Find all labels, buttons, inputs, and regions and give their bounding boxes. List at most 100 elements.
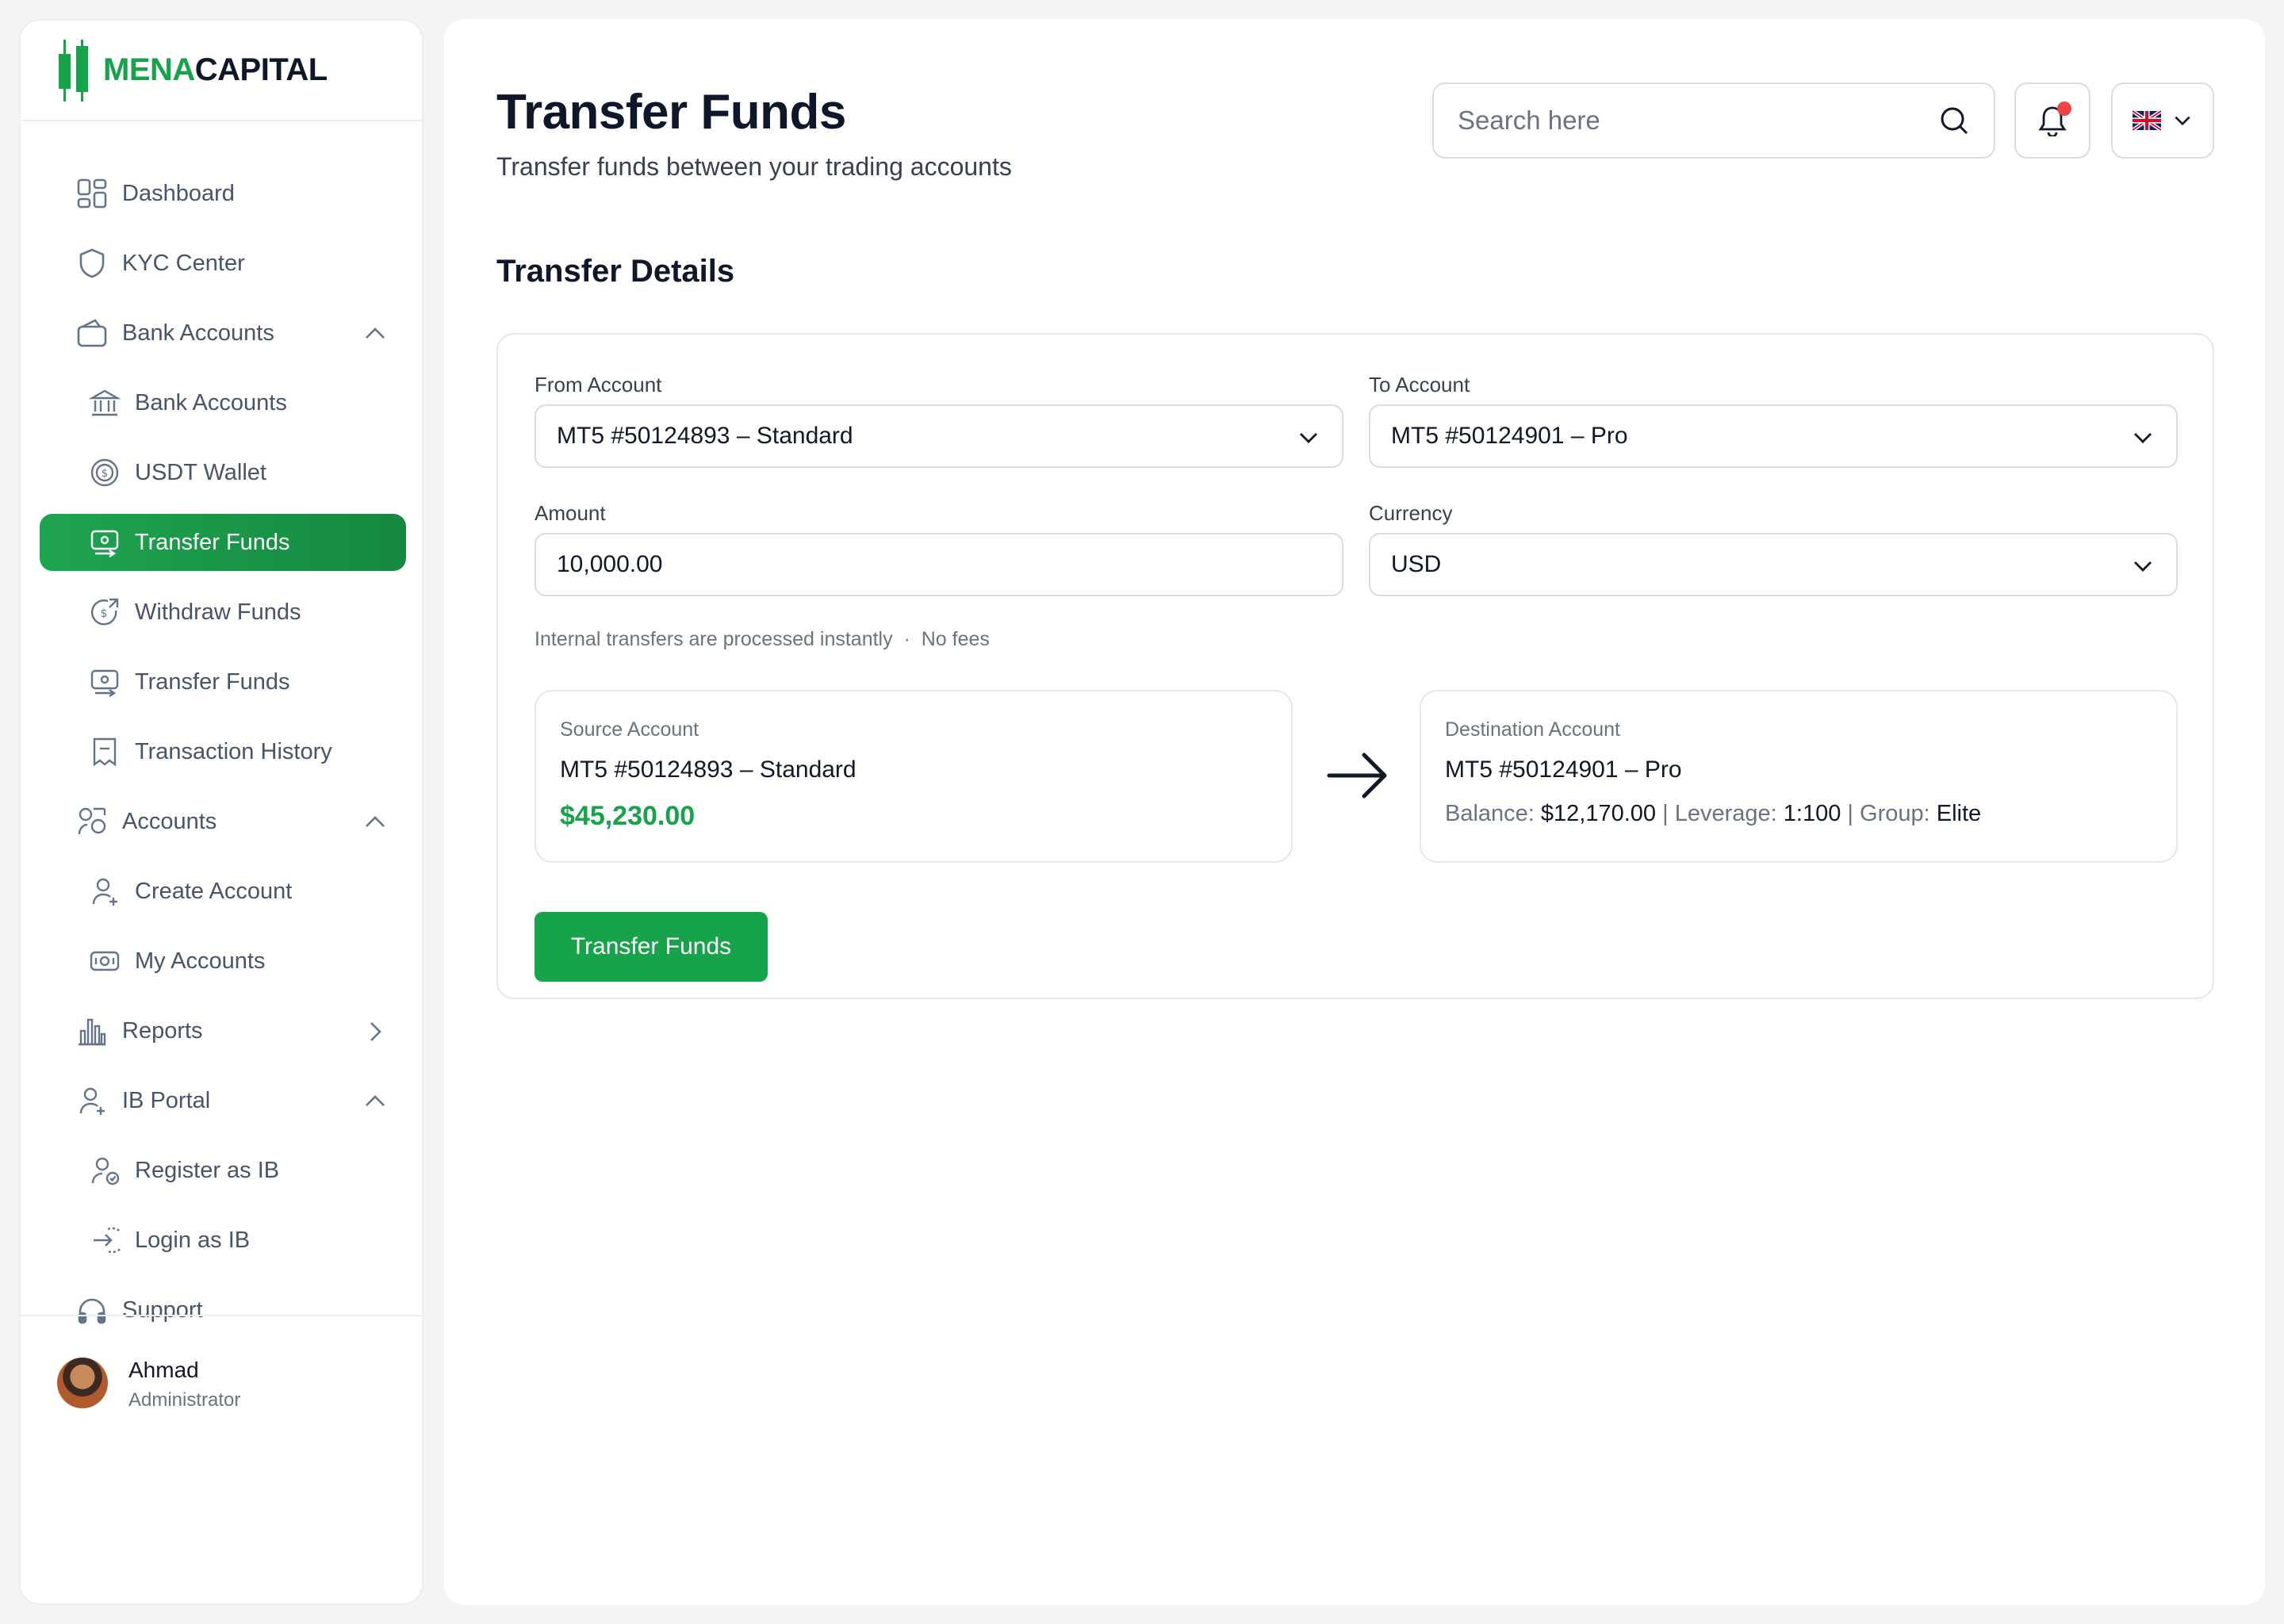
page-title: Transfer Funds [496, 85, 846, 140]
user-name: Ahmad [128, 1358, 199, 1382]
cash-icon [90, 951, 120, 971]
source-account-label: Source Account [560, 718, 699, 741]
sidebar-item-label: My Accounts [135, 948, 266, 974]
sidebar-item-transfer-funds[interactable]: Transfer Funds [40, 653, 406, 710]
sidebar-item-label: KYC Center [122, 250, 245, 276]
main-content: Transfer Funds Transfer funds between yo… [444, 19, 2265, 1605]
chevron-down-icon [2134, 561, 2152, 572]
svg-text:$: $ [102, 468, 108, 480]
currency-value: USD [1391, 551, 1442, 577]
sidebar-item-label: Create Account [135, 878, 293, 904]
user-role: Administrator [128, 1389, 241, 1411]
search-icon[interactable] [1938, 105, 1970, 136]
sidebar-item-label: Login as IB [135, 1227, 251, 1253]
transfer-funds-button[interactable]: Transfer Funds [535, 912, 768, 982]
sidebar-item-my-accounts[interactable]: My Accounts [40, 933, 406, 990]
sidebar-group-ib-portal[interactable]: IB Portal [40, 1072, 406, 1129]
sidebar-item-register-as-ib[interactable]: Register as IB [40, 1142, 406, 1199]
sidebar-group-bank-accounts[interactable]: Bank Accounts [40, 304, 406, 362]
from-account-select[interactable]: MT5 #50124893 – Standard [535, 404, 1343, 468]
logo-icon [59, 39, 88, 102]
sidebar: MENACAPITAL Dashboard KYC Center Bank Ac… [19, 19, 423, 1605]
coin-icon: $ [90, 458, 119, 487]
user-register-icon [91, 1157, 120, 1185]
sidebar-item-kyc-center[interactable]: KYC Center [40, 235, 406, 292]
transfer-icon [90, 530, 119, 557]
search-box[interactable] [1432, 82, 1995, 159]
sidebar-item-transfer-funds-active[interactable]: Transfer Funds [40, 514, 406, 571]
destination-account-number: MT5 #50124901 – Pro [1445, 756, 1682, 783]
withdraw-icon: $ [90, 598, 119, 626]
sidebar-item-withdraw-funds[interactable]: $ Withdraw Funds [40, 584, 406, 641]
sidebar-item-create-account[interactable]: Create Account [40, 863, 406, 920]
to-account-value: MT5 #50124901 – Pro [1391, 423, 1628, 449]
arrow-right-icon [1327, 753, 1387, 799]
amount-input[interactable]: 10,000.00 [535, 533, 1343, 596]
transfer-note: Internal transfers are processed instant… [535, 628, 990, 650]
sidebar-item-transaction-history[interactable]: Transaction History [40, 723, 406, 780]
source-account-card: Source Account MT5 #50124893 – Standard … [535, 690, 1293, 863]
sidebar-item-login-as-ib[interactable]: Login as IB [40, 1212, 406, 1269]
chevron-down-icon [2134, 433, 2152, 443]
user-add-icon [92, 878, 117, 906]
currency-label: Currency [1369, 501, 1453, 525]
page-subtitle: Transfer funds between your trading acco… [496, 152, 1012, 181]
wallet-icon [77, 319, 107, 347]
sidebar-item-reports[interactable]: Reports [40, 1002, 406, 1059]
chevron-down-icon [1300, 433, 1317, 443]
source-account-number: MT5 #50124893 – Standard [560, 756, 856, 783]
chart-icon [79, 1018, 106, 1046]
notification-dot [2057, 102, 2071, 116]
sidebar-item-usdt-wallet[interactable]: $ USDT Wallet [40, 444, 406, 501]
sidebar-group-accounts[interactable]: Accounts [40, 793, 406, 850]
section-title: Transfer Details [496, 254, 735, 289]
brand-name: MENACAPITAL [103, 52, 328, 87]
sidebar-item-label: Bank Accounts [122, 320, 274, 346]
sidebar-item-bank-accounts[interactable]: Bank Accounts [40, 374, 406, 431]
chevron-up-icon[interactable] [363, 322, 387, 346]
sidebar-item-label: Transaction History [135, 738, 332, 764]
brand[interactable]: MENACAPITAL [21, 21, 422, 121]
sidebar-item-label: Register as IB [135, 1157, 280, 1183]
sidebar-item-label: Accounts [122, 808, 217, 834]
destination-account-label: Destination Account [1445, 718, 1620, 741]
chevron-up-icon[interactable] [363, 810, 387, 834]
dashboard-icon [77, 178, 107, 209]
sidebar-item-label: Withdraw Funds [135, 599, 301, 625]
from-account-value: MT5 #50124893 – Standard [557, 423, 853, 449]
notifications-button[interactable] [2014, 82, 2090, 159]
source-account-balance: $45,230.00 [560, 801, 696, 831]
uk-flag-icon [2133, 110, 2161, 131]
destination-account-details: Balance: $12,170.00 | Leverage: 1:100 | … [1445, 801, 1982, 826]
language-selector[interactable] [2111, 82, 2214, 159]
sidebar-item-label: USDT Wallet [135, 459, 266, 485]
search-input[interactable] [1458, 105, 1938, 136]
sidebar-item-dashboard[interactable]: Dashboard [40, 165, 406, 222]
sidebar-item-label: Reports [122, 1017, 203, 1044]
amount-value: 10,000.00 [557, 551, 663, 577]
amount-label: Amount [535, 501, 606, 525]
avatar [57, 1358, 108, 1408]
sidebar-item-label: Bank Accounts [135, 389, 287, 416]
svg-text:$: $ [101, 607, 108, 620]
from-account-label: From Account [535, 373, 662, 396]
chevron-right-icon[interactable] [363, 1020, 387, 1044]
receipt-icon [93, 737, 117, 767]
chevron-down-icon [2175, 116, 2190, 126]
to-account-select[interactable]: MT5 #50124901 – Pro [1369, 404, 2178, 468]
user-profile[interactable]: Ahmad Administrator [21, 1315, 422, 1603]
sidebar-item-label: Transfer Funds [135, 668, 290, 695]
accounts-icon [78, 807, 106, 835]
user-plus-icon [79, 1087, 105, 1115]
transfer-form-card: From Account MT5 #50124893 – Standard To… [496, 333, 2214, 999]
sidebar-item-label: IB Portal [122, 1087, 211, 1113]
to-account-label: To Account [1369, 373, 1470, 396]
sidebar-item-label: Dashboard [122, 180, 235, 206]
shield-icon [79, 248, 105, 278]
chevron-up-icon[interactable] [363, 1090, 387, 1113]
transfer-icon [90, 669, 119, 697]
destination-account-card: Destination Account MT5 #50124901 – Pro … [1420, 690, 2178, 863]
currency-select[interactable]: USD [1369, 533, 2178, 596]
login-icon [94, 1227, 121, 1254]
sidebar-item-label: Transfer Funds [135, 529, 290, 555]
